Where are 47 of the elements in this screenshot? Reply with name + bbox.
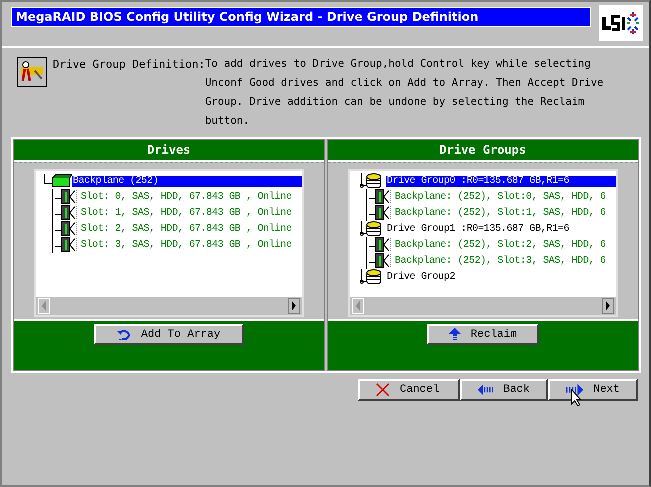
tree-item[interactable]: Backplane: (252), Slot:2, SAS, HDD, 6 xyxy=(394,240,607,250)
tree-item[interactable]: Slot: 2, SAS, HDD, 67.843 GB , Online xyxy=(80,224,293,234)
tree-item[interactable]: Drive Group0 :R0=135.687 GB,R1=6 xyxy=(386,176,616,186)
horizontal-scrollbar[interactable] xyxy=(36,297,302,315)
drive-icon xyxy=(52,189,80,205)
tree-item[interactable]: Slot: 1, SAS, HDD, 67.843 GB , Online xyxy=(80,208,293,218)
left-arrow-icon xyxy=(478,384,494,396)
drive-icon xyxy=(366,205,394,221)
logo-icon xyxy=(599,5,643,41)
tree-item[interactable]: Drive Group2 xyxy=(386,272,456,282)
up-arrow-icon xyxy=(448,328,461,342)
drive-icon xyxy=(366,237,394,253)
horizontal-scrollbar[interactable] xyxy=(350,297,616,315)
next-button[interactable]: Next xyxy=(548,379,638,401)
drive-icon xyxy=(366,253,394,269)
close-icon xyxy=(376,383,390,397)
panel-header: Drives xyxy=(14,140,324,162)
drive-icon xyxy=(52,221,80,237)
reclaim-button[interactable]: Reclaim xyxy=(427,324,539,345)
tools-icon xyxy=(17,57,47,87)
enclosure-icon xyxy=(44,174,72,188)
tree-item[interactable]: Drive Group1 :R0=135.687 GB,R1=6 xyxy=(386,224,570,234)
description-text: To add drives to Drive Group,hold Control key while selecting Unconf Good drives and click on Add to Array. Then Accept Drive Group. Drive addition can be undone by selecting the Reclaim button. xyxy=(205,57,605,129)
description-label: Drive Group Definition: xyxy=(53,57,206,73)
scroll-right-icon[interactable] xyxy=(602,298,614,314)
tree-item[interactable]: Backplane (252) xyxy=(72,176,302,186)
tree-item[interactable]: Slot: 3, SAS, HDD, 67.843 GB , Online xyxy=(80,240,293,250)
tree-item[interactable]: Backplane: (252), Slot:3, SAS, HDD, 6 xyxy=(394,256,607,266)
cancel-button[interactable]: Cancel xyxy=(358,379,460,401)
drive-icon xyxy=(366,189,394,205)
mouse-cursor-icon xyxy=(571,389,583,407)
drive-icon xyxy=(52,237,80,253)
right-arrow-icon xyxy=(566,384,584,396)
tree-item[interactable]: Slot: 0, SAS, HDD, 67.843 GB , Online xyxy=(80,192,293,202)
tree-item[interactable]: Backplane: (252), Slot:0, SAS, HDD, 6 xyxy=(394,192,607,202)
back-button[interactable]: Back xyxy=(460,379,548,401)
scroll-left-icon[interactable] xyxy=(38,298,50,314)
tree-list[interactable] xyxy=(348,169,618,317)
tree-item[interactable]: Backplane: (252), Slot:1, SAS, HDD, 6 xyxy=(394,208,607,218)
window-title: MegaRAID BIOS Config Utility Config Wizard - Drive Group Definition xyxy=(11,7,591,27)
panel-header: Drive Groups xyxy=(328,140,638,162)
tree-list[interactable]: Backplane (252) Slot: 0, SAS, HDD, 67.843 GB , Online Slot: 1, SAS, HDD, 67.843 GB , Online Slot: 2, SAS, HDD, 67.843 GB , Online Slot: 3, SAS, HDD, 67.843 GB , Online xyxy=(34,169,304,317)
scroll-left-icon[interactable] xyxy=(352,298,364,314)
undo-arrow-icon xyxy=(117,328,132,340)
drive-icon xyxy=(52,205,80,221)
add-to-array-button[interactable]: Add To Array xyxy=(94,324,244,345)
scroll-right-icon[interactable] xyxy=(288,298,300,314)
